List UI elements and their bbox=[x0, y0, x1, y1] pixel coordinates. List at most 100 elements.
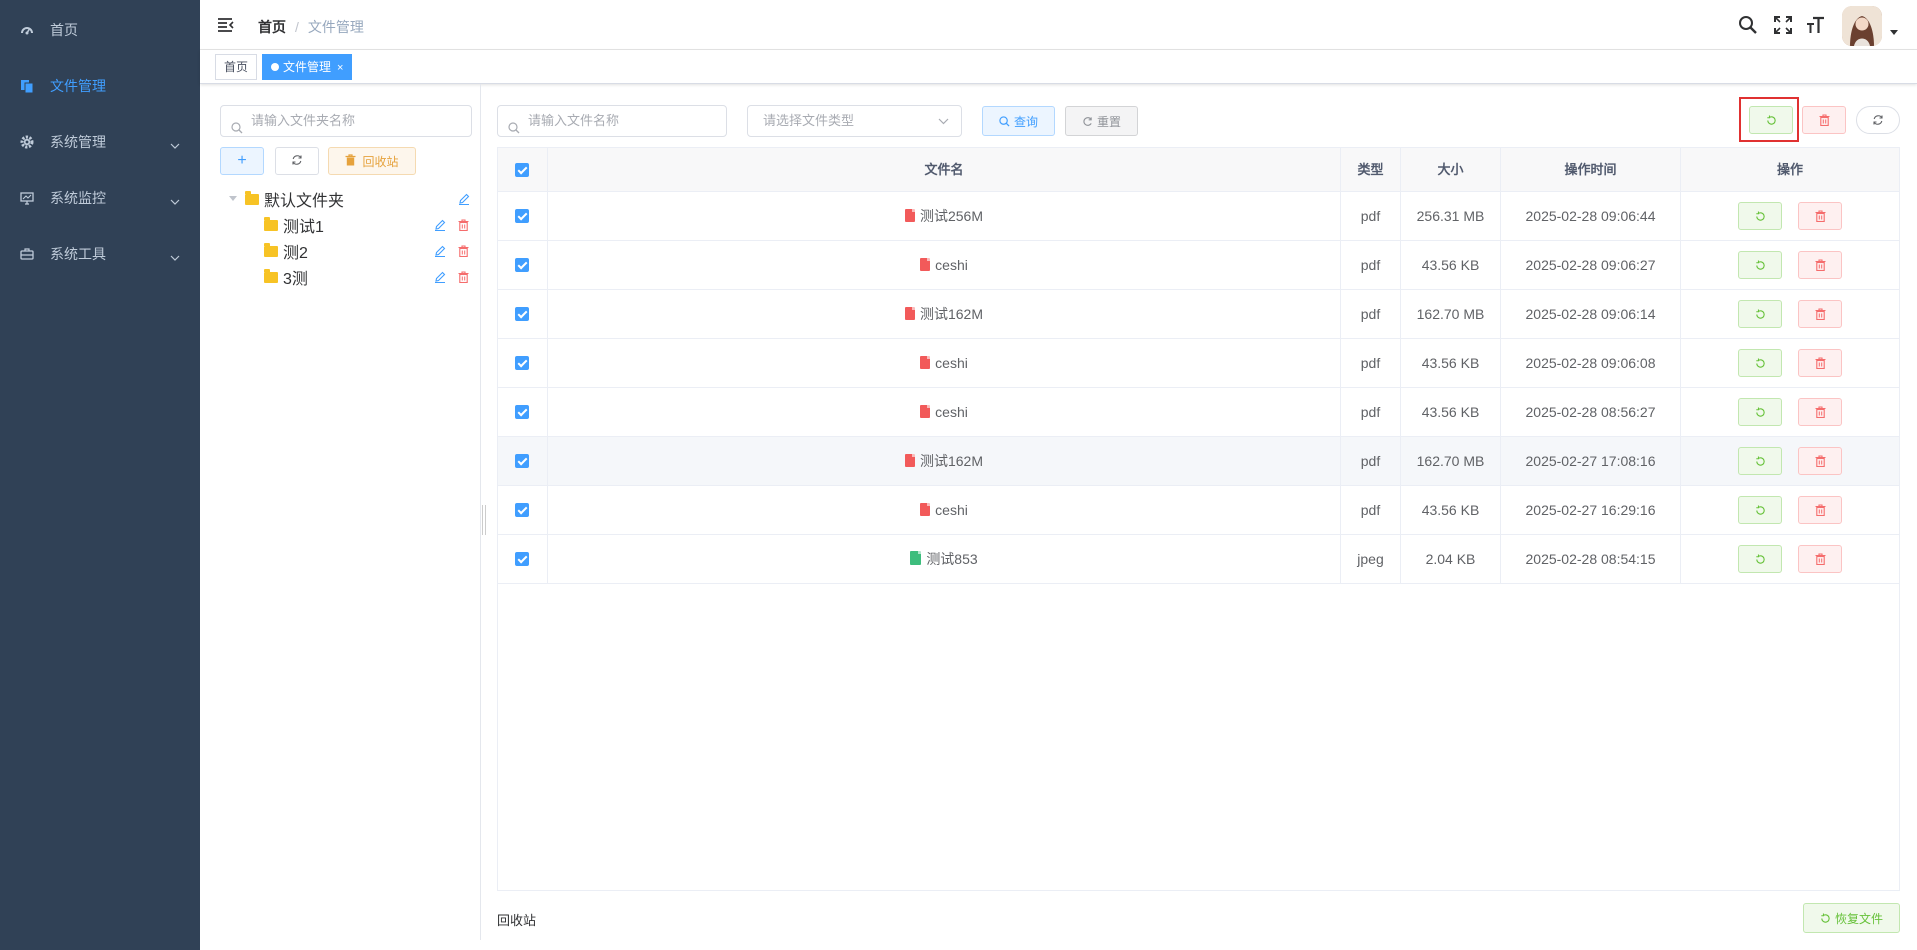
file-time-cell: 2025-02-28 09:06:27 bbox=[1501, 241, 1681, 290]
row-checkbox[interactable] bbox=[515, 356, 529, 370]
delete-button[interactable] bbox=[1798, 496, 1842, 524]
file-name[interactable]: 测试256M bbox=[920, 208, 983, 224]
row-checkbox[interactable] bbox=[515, 307, 529, 321]
tag-file-management[interactable]: 文件管理 × bbox=[262, 54, 353, 80]
sidebar-item-home[interactable]: 首页 bbox=[0, 2, 200, 58]
file-name[interactable]: 测试853 bbox=[926, 551, 977, 567]
image-file-icon bbox=[910, 551, 922, 565]
tree-node-label: 测试1 bbox=[283, 219, 324, 236]
font-size-icon[interactable] bbox=[1806, 15, 1826, 35]
query-button[interactable]: 查询 bbox=[982, 106, 1055, 136]
refresh-table-button[interactable] bbox=[1856, 106, 1900, 134]
delete-icon[interactable] bbox=[458, 218, 470, 232]
file-name[interactable]: 测试162M bbox=[920, 306, 983, 322]
table-row[interactable]: 测试162M pdf 162.70 MB 2025-02-27 17:08:16 bbox=[498, 437, 1899, 486]
actions-cell bbox=[1681, 241, 1899, 290]
pdf-file-icon bbox=[920, 503, 931, 516]
file-name[interactable]: ceshi bbox=[935, 502, 968, 518]
refresh-tree-button[interactable] bbox=[275, 147, 319, 175]
caret-down-icon[interactable] bbox=[1890, 30, 1898, 35]
file-name[interactable]: ceshi bbox=[935, 257, 968, 273]
edit-icon[interactable] bbox=[434, 218, 446, 231]
sidebar-item-system-monitor[interactable]: 系统监控 bbox=[0, 170, 200, 226]
tree-node-root[interactable]: 默认文件夹 bbox=[229, 186, 344, 212]
restore-button[interactable] bbox=[1738, 251, 1782, 279]
delete-button[interactable] bbox=[1798, 202, 1842, 230]
row-checkbox[interactable] bbox=[515, 454, 529, 468]
resize-handle[interactable] bbox=[482, 505, 486, 535]
tree-node-child[interactable]: 测2 bbox=[264, 238, 308, 264]
edit-icon[interactable] bbox=[434, 244, 446, 257]
folder-search-input[interactable]: 请输入文件夹名称 bbox=[220, 105, 472, 137]
file-search-input[interactable]: 请输入文件名称 bbox=[497, 105, 727, 137]
search-icon[interactable] bbox=[1738, 15, 1758, 35]
restore-button[interactable] bbox=[1738, 496, 1782, 524]
file-name[interactable]: ceshi bbox=[935, 355, 968, 371]
restore-files-label: 恢复文件 bbox=[1834, 911, 1883, 926]
row-checkbox[interactable] bbox=[515, 209, 529, 223]
restore-button[interactable] bbox=[1738, 545, 1782, 573]
avatar[interactable] bbox=[1842, 6, 1882, 46]
file-size-cell: 162.70 MB bbox=[1401, 437, 1501, 486]
row-checkbox[interactable] bbox=[515, 503, 529, 517]
table-header: 文件名 类型 大小 操作时间 操作 bbox=[498, 148, 1899, 192]
row-checkbox[interactable] bbox=[515, 258, 529, 272]
file-type-select[interactable]: 请选择文件类型 bbox=[747, 105, 962, 137]
sidebar-item-file-management[interactable]: 文件管理 bbox=[0, 58, 200, 114]
actions-cell bbox=[1681, 192, 1899, 241]
delete-button[interactable] bbox=[1798, 251, 1842, 279]
delete-button[interactable] bbox=[1798, 447, 1842, 475]
edit-icon[interactable] bbox=[458, 192, 470, 205]
table-row[interactable]: ceshi pdf 43.56 KB 2025-02-28 09:06:27 bbox=[498, 241, 1899, 290]
trash-icon bbox=[1815, 308, 1826, 320]
breadcrumb-current: 文件管理 bbox=[307, 19, 364, 35]
file-name[interactable]: ceshi bbox=[935, 404, 968, 420]
add-folder-button[interactable]: + bbox=[220, 147, 264, 175]
restore-button[interactable] bbox=[1738, 398, 1782, 426]
restore-button[interactable] bbox=[1738, 349, 1782, 377]
column-header-type[interactable]: 类型 bbox=[1341, 148, 1401, 192]
tree-node-child[interactable]: 3测 bbox=[264, 264, 308, 290]
column-header-size[interactable]: 大小 bbox=[1401, 148, 1501, 192]
sidebar-item-system-management[interactable]: 系统管理 bbox=[0, 114, 200, 170]
restore-button[interactable] bbox=[1738, 300, 1782, 328]
select-all-checkbox[interactable] bbox=[515, 163, 529, 177]
file-name[interactable]: 测试162M bbox=[920, 453, 983, 469]
tree-node-child[interactable]: 测试1 bbox=[264, 212, 324, 238]
delete-button[interactable] bbox=[1798, 545, 1842, 573]
restore-button[interactable] bbox=[1738, 447, 1782, 475]
restore-files-button[interactable]: 恢复文件 bbox=[1803, 903, 1900, 933]
table-row[interactable]: 测试853 jpeg 2.04 KB 2025-02-28 08:54:15 bbox=[498, 535, 1899, 584]
reset-button[interactable]: 重置 bbox=[1065, 106, 1138, 136]
row-checkbox[interactable] bbox=[515, 552, 529, 566]
row-checkbox[interactable] bbox=[515, 405, 529, 419]
column-header-time[interactable]: 操作时间 bbox=[1501, 148, 1681, 192]
chevron-down-icon bbox=[170, 248, 180, 264]
file-size-cell: 43.56 KB bbox=[1401, 339, 1501, 388]
table-row[interactable]: ceshi pdf 43.56 KB 2025-02-27 16:29:16 bbox=[498, 486, 1899, 535]
delete-icon[interactable] bbox=[458, 244, 470, 258]
restore-button[interactable] bbox=[1738, 202, 1782, 230]
edit-icon[interactable] bbox=[434, 270, 446, 283]
delete-button[interactable] bbox=[1798, 349, 1842, 377]
file-name-cell: 测试162M bbox=[548, 290, 1341, 339]
file-size-cell: 2.04 KB bbox=[1401, 535, 1501, 584]
tag-home[interactable]: 首页 bbox=[215, 54, 258, 80]
batch-delete-button[interactable] bbox=[1802, 106, 1846, 134]
table-row[interactable]: 测试256M pdf 256.31 MB 2025-02-28 09:06:44 bbox=[498, 192, 1899, 241]
file-size-cell: 256.31 MB bbox=[1401, 192, 1501, 241]
table-row[interactable]: 测试162M pdf 162.70 MB 2025-02-28 09:06:14 bbox=[498, 290, 1899, 339]
table-row[interactable]: ceshi pdf 43.56 KB 2025-02-28 08:56:27 bbox=[498, 388, 1899, 437]
sidebar-item-system-tools[interactable]: 系统工具 bbox=[0, 226, 200, 282]
breadcrumb-home[interactable]: 首页 bbox=[258, 19, 286, 35]
table-row[interactable]: ceshi pdf 43.56 KB 2025-02-28 09:06:08 bbox=[498, 339, 1899, 388]
caret-down-icon[interactable] bbox=[229, 196, 237, 202]
close-icon[interactable]: × bbox=[337, 62, 343, 74]
column-header-name[interactable]: 文件名 bbox=[548, 148, 1341, 192]
delete-button[interactable] bbox=[1798, 398, 1842, 426]
hamburger-icon[interactable] bbox=[216, 15, 236, 35]
recycle-bin-button[interactable]: 回收站 bbox=[328, 147, 416, 175]
delete-icon[interactable] bbox=[458, 270, 470, 284]
delete-button[interactable] bbox=[1798, 300, 1842, 328]
fullscreen-icon[interactable] bbox=[1773, 15, 1793, 35]
